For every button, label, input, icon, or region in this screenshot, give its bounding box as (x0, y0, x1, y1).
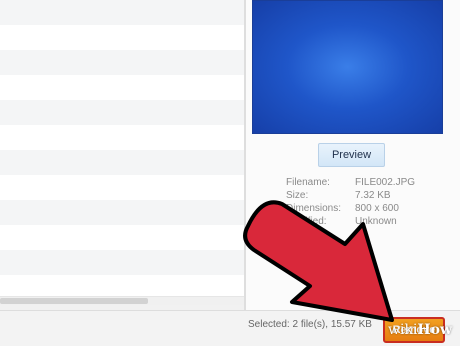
file-list (0, 0, 244, 296)
filename-value: FILE002.JPG (355, 177, 416, 188)
wikihow-watermark: wikiHow (388, 322, 452, 338)
modified-value: Unknown (355, 216, 397, 227)
list-item[interactable] (0, 175, 244, 200)
filename-label: Filename: (286, 177, 330, 188)
list-item[interactable] (0, 225, 244, 250)
selection-status: Selected: 2 file(s), 15.57 KB (248, 319, 372, 330)
list-item[interactable] (0, 50, 244, 75)
size-value: 7.32 KB (355, 190, 391, 201)
size-label: Size: (286, 190, 309, 201)
preview-button[interactable]: Preview (318, 143, 385, 167)
list-item[interactable] (0, 100, 244, 125)
preview-image (252, 0, 443, 134)
list-item[interactable] (0, 200, 244, 225)
dimensions-value: 800 x 600 (355, 203, 399, 214)
preview-pane: Preview Filename: FILE002.JPG Size: 7.32… (246, 0, 460, 310)
scrollbar-thumb[interactable] (0, 298, 148, 304)
list-item[interactable] (0, 75, 244, 100)
list-item[interactable] (0, 250, 244, 275)
watermark-prefix: wiki (388, 322, 418, 338)
modified-label: Modified: (286, 216, 327, 227)
list-item[interactable] (0, 0, 244, 25)
list-item[interactable] (0, 25, 244, 50)
dimensions-label: Dimensions: (286, 203, 342, 214)
horizontal-scrollbar[interactable] (0, 296, 244, 305)
list-item[interactable] (0, 150, 244, 175)
watermark-suffix: How (417, 322, 453, 338)
list-item[interactable] (0, 125, 244, 150)
